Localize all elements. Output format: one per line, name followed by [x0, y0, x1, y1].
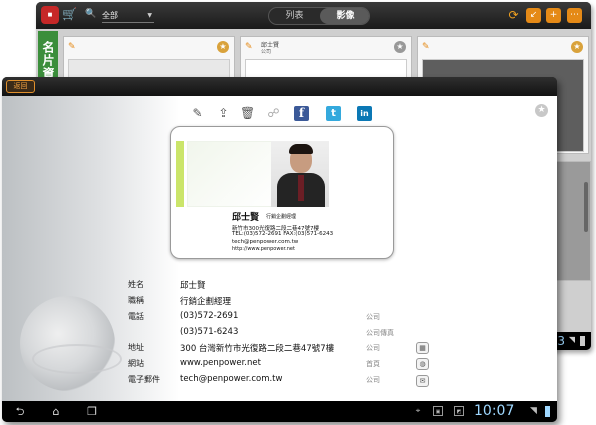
business-card-image[interactable]: 邱士賢 行銷企劃經理 新竹市300光復路二段二巷47號7樓 TEL:(03)57…	[170, 126, 394, 259]
usb-icon: ⌖	[415, 406, 421, 415]
add-icon[interactable]: +	[546, 8, 561, 23]
background-top-bar: ■ 🛒 🔍 全部 ▼ 列表 影像 ⟳ ↙ + ⋯	[36, 2, 591, 29]
wifi-icon: ◥	[530, 406, 537, 416]
website-label: 網站	[128, 359, 144, 368]
card-company: 公司	[261, 49, 272, 55]
nav-back-icon[interactable]: ⮌	[12, 404, 28, 419]
star-icon[interactable]: ★	[394, 41, 406, 53]
decorative-ring	[32, 344, 122, 374]
linkedin-icon[interactable]: in	[357, 106, 372, 121]
card-accent-bar	[176, 141, 184, 207]
portrait-tie	[298, 175, 304, 201]
star-icon[interactable]: ★	[217, 41, 229, 53]
edit-icon[interactable]: ✎	[190, 106, 205, 121]
card-detail-panel: ✎ ⇪ 🗑 ☍ f t in ★ 邱士賢 行銷企劃經理 新竹市300光復路二段二…	[2, 96, 557, 401]
star-icon[interactable]: ★	[535, 104, 548, 117]
name-label: 姓名	[128, 280, 144, 289]
sync-icon[interactable]: ⟳	[506, 8, 521, 23]
app-logo-icon[interactable]: ■	[41, 6, 59, 24]
top-bar: 返回	[2, 77, 557, 96]
battery-icon	[580, 336, 585, 346]
view-mode-segmented-control: 列表 影像	[268, 7, 370, 25]
notification-icon: ◩	[454, 406, 464, 416]
card-watermark	[187, 141, 279, 207]
map-icon[interactable]: ▦	[416, 342, 429, 354]
address-type-tag: 公司	[366, 344, 380, 352]
twitter-icon[interactable]: t	[326, 106, 341, 121]
email-type-tag: 公司	[366, 376, 380, 384]
address-value[interactable]: 300 台灣新竹市光復路二段二巷47號7樓	[180, 342, 334, 354]
wifi-icon: ◥	[568, 335, 575, 344]
edit-icon[interactable]: ✎	[422, 42, 430, 52]
system-navigation-bar: ⮌ ⌂ ❐ ⌖ ▣ ◩ 10:07 ◥	[2, 401, 557, 422]
nav-recent-apps-icon[interactable]: ❐	[84, 404, 100, 419]
clock: 3	[557, 334, 565, 348]
edit-icon[interactable]: ✎	[68, 42, 76, 52]
cart-icon[interactable]: 🛒	[62, 7, 77, 21]
card-email-text: tech@penpower.com.tw	[232, 239, 299, 245]
card-phone-text: TEL:(03)572-2691 FAX:(03)571-6243	[232, 231, 334, 237]
share-icon[interactable]: ⇪	[216, 106, 231, 121]
email-label: 電子郵件	[128, 375, 160, 384]
portrait-hair	[289, 144, 313, 154]
more-icon[interactable]: ⋯	[567, 8, 582, 23]
filter-dropdown[interactable]: 全部 ▼	[102, 8, 154, 23]
group-icon[interactable]: ☍	[266, 106, 281, 121]
list-view-tab[interactable]: 列表	[269, 8, 320, 24]
caret-down-icon: ▼	[147, 12, 152, 19]
filter-value: 全部	[102, 11, 118, 20]
email-value[interactable]: tech@penpower.com.tw	[180, 374, 282, 384]
edit-icon[interactable]: ✎	[245, 42, 253, 52]
name-value: 邱士賢	[180, 281, 206, 291]
facebook-icon[interactable]: f	[294, 106, 309, 121]
website-value[interactable]: www.penpower.net	[180, 358, 261, 368]
title-label: 職稱	[128, 296, 144, 305]
fax-type-tag: 公司傳真	[366, 329, 394, 337]
screenshot-stage: ■ 🛒 🔍 全部 ▼ 列表 影像 ⟳ ↙ + ⋯ 名片資訊 ✎ ★ ✎ 邱士賢 …	[0, 0, 596, 425]
globe-icon[interactable]: ◍	[416, 358, 429, 370]
gallery-icon: ▣	[433, 406, 443, 416]
nav-home-icon[interactable]: ⌂	[48, 404, 64, 419]
phone-value[interactable]: (03)572-2691	[180, 311, 238, 321]
foreground-tablet: 返回 ✎ ⇪ 🗑 ☍ f t in ★ 邱士賢 行銷企劃經理 新竹市300光復路…	[2, 77, 557, 422]
website-type-tag: 首頁	[366, 360, 380, 368]
card-portrait-photo	[271, 141, 329, 207]
phone-type-tag: 公司	[366, 313, 380, 321]
title-value: 行銷企劃經理	[180, 297, 232, 307]
search-icon[interactable]: 🔍	[85, 8, 97, 20]
scrollbar[interactable]	[584, 182, 588, 232]
card-title-text: 行銷企劃經理	[266, 214, 297, 220]
star-icon[interactable]: ★	[571, 41, 583, 53]
image-view-tab[interactable]: 影像	[320, 8, 369, 24]
trash-icon[interactable]: 🗑	[240, 106, 255, 121]
battery-icon	[545, 406, 550, 417]
back-button[interactable]: 返回	[6, 80, 35, 93]
clock: 10:07	[474, 403, 515, 419]
phone-label: 電話	[128, 312, 144, 321]
mail-icon[interactable]: ✉	[416, 375, 429, 387]
card-name-text: 邱士賢	[232, 213, 260, 223]
fax-value[interactable]: (03)571-6243	[180, 327, 238, 337]
address-label: 地址	[128, 343, 144, 352]
card-url-text: http://www.penpower.net	[232, 246, 295, 252]
import-icon[interactable]: ↙	[526, 8, 541, 23]
